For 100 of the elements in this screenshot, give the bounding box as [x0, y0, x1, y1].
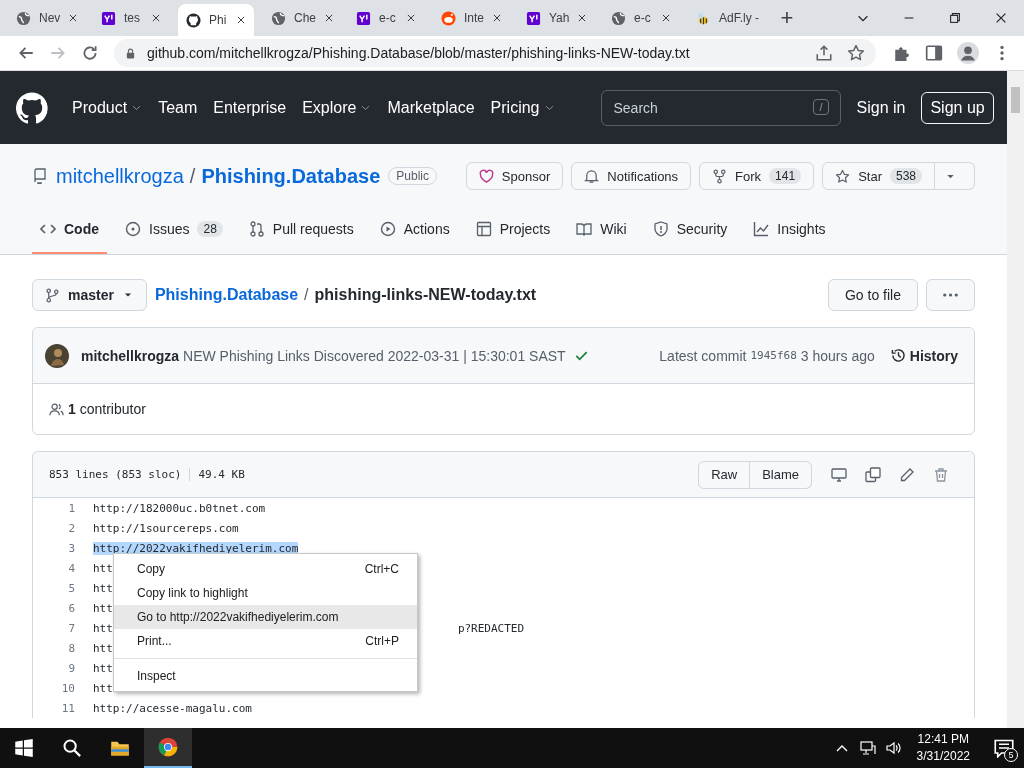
count-badge: 538 — [889, 168, 922, 184]
line-number: 8 — [67, 641, 76, 655]
restore-icon[interactable] — [948, 11, 962, 25]
code-line: http://182000uc.b0tnet.com — [93, 501, 266, 515]
desktop-icon[interactable] — [831, 466, 847, 483]
browser-tab[interactable]: Inte — [433, 4, 509, 32]
sponsor-button[interactable]: Sponsor — [465, 162, 564, 190]
author-link[interactable]: mitchellkrogza — [81, 347, 180, 364]
contributors-link[interactable]: 1 contributor — [68, 401, 146, 417]
menu-item[interactable]: Go to http://2022vakifhediyelerim.com — [114, 605, 417, 629]
file-size: 49.4 KB — [197, 468, 245, 481]
clock-date[interactable]: 3/31/2022 — [916, 748, 970, 765]
shortcut-text: Ctrl+P — [365, 634, 399, 648]
close-icon[interactable] — [406, 13, 416, 23]
avatar-icon[interactable] — [45, 343, 69, 368]
close-icon[interactable] — [577, 13, 588, 23]
commit-sha-link[interactable]: 1945f68 — [750, 349, 797, 362]
octocat-logo-icon[interactable] — [16, 91, 48, 124]
fork-button[interactable]: Fork 141 — [699, 162, 815, 190]
edit-icon[interactable] — [899, 466, 915, 483]
repo-tab[interactable]: Security — [644, 206, 736, 254]
network-icon[interactable] — [859, 740, 876, 756]
tab-title: Phi — [209, 13, 228, 27]
delete-icon[interactable] — [933, 466, 949, 483]
reload-icon[interactable] — [81, 44, 99, 62]
nav-link[interactable]: Marketplace — [387, 98, 475, 117]
browser-tab[interactable]: Yah — [518, 4, 594, 32]
nav-link[interactable]: Team — [158, 98, 198, 117]
avatar-icon[interactable] — [957, 42, 979, 64]
repo-tab[interactable]: Pull requests — [240, 206, 362, 254]
bookmark-star-icon[interactable] — [847, 44, 865, 62]
file-action-button[interactable]: Blame — [750, 460, 812, 489]
address-bar[interactable]: github.com/mitchellkrogza/Phishing.Database/blob/master/phishing-links-NEW-today.txt — [114, 39, 876, 67]
repo-tab[interactable]: Issues 28 — [117, 206, 231, 254]
y-logo-icon — [356, 10, 371, 26]
globe-icon — [16, 10, 31, 26]
windows-logo-icon — [14, 738, 34, 758]
repo-name-link[interactable]: Phishing.Database — [201, 164, 381, 188]
line-number: 2 — [67, 521, 76, 535]
nav-link[interactable]: Enterprise — [213, 98, 287, 117]
copy-icon[interactable] — [865, 466, 881, 483]
side-panel-icon[interactable] — [925, 44, 943, 62]
extensions-icon[interactable] — [893, 44, 911, 62]
notification-count: 5 — [1004, 748, 1018, 762]
code-line: htt — [93, 661, 113, 675]
branch-icon — [45, 287, 60, 303]
scrollbar[interactable] — [1007, 71, 1024, 728]
commit-message[interactable]: NEW Phishing Links Discovered 2022-03-31 | 15:30:01 SAST — [183, 347, 566, 364]
code-line: p?REDACTED — [457, 621, 525, 635]
close-icon[interactable] — [994, 11, 1008, 25]
repo-tab[interactable]: Code — [32, 206, 107, 254]
branch-button[interactable]: master — [32, 279, 147, 311]
menu-item[interactable]: Copy link to highlight — [114, 581, 417, 605]
close-icon[interactable] — [236, 15, 246, 25]
new-tab-button[interactable]: + — [773, 5, 801, 31]
browser-tab[interactable]: e-c — [348, 4, 424, 32]
menu-item[interactable]: Print... Ctrl+P — [114, 629, 417, 653]
file-action-button[interactable]: Raw — [698, 460, 751, 489]
line-number: 7 — [67, 621, 76, 635]
sign-in-link[interactable]: Sign in — [856, 98, 906, 117]
close-icon[interactable] — [661, 13, 671, 23]
line-number: 3 — [67, 541, 76, 555]
count-badge: 141 — [769, 168, 802, 184]
browser-tab[interactable]: Nev — [8, 4, 84, 32]
menu-item[interactable]: Copy Ctrl+C — [114, 557, 417, 581]
repo-tab[interactable]: Actions — [371, 206, 458, 254]
browser-tab[interactable]: e-c — [603, 4, 679, 32]
star-button[interactable]: Star 538 — [822, 162, 935, 190]
breadcrumb-link[interactable]: Phishing.Database — [154, 286, 299, 304]
browser-tab[interactable]: Che — [263, 4, 339, 32]
menu-item[interactable]: Inspect — [114, 664, 417, 688]
line-count: 853 lines (853 sloc) — [49, 468, 191, 481]
clock-time[interactable]: 12:41 PM — [917, 731, 969, 748]
speaker-icon[interactable] — [885, 740, 902, 756]
y-logo-icon — [526, 10, 541, 26]
repo-tab[interactable]: Projects — [467, 206, 559, 254]
repo-icon — [32, 168, 48, 184]
line-number: 6 — [67, 601, 76, 615]
action-center-button[interactable]: 5 — [984, 728, 1024, 768]
repo-tab[interactable]: Insights — [745, 206, 834, 254]
close-icon[interactable] — [492, 13, 502, 23]
repo-tab[interactable]: Wiki — [568, 206, 635, 254]
go-to-file-button[interactable]: Go to file — [827, 279, 918, 311]
sign-up-button[interactable]: Sign up — [921, 91, 994, 124]
browser-tab[interactable]: tes — [93, 4, 169, 32]
bell-button[interactable]: Notifications — [571, 162, 692, 190]
owner-link[interactable]: mitchellkrogza — [56, 164, 184, 188]
browser-taskbar-button[interactable] — [144, 728, 192, 768]
close-icon[interactable] — [324, 13, 334, 23]
share-icon[interactable] — [815, 44, 833, 62]
nav-link[interactable]: Product — [72, 98, 143, 117]
browser-tab[interactable]: Phi — [178, 4, 254, 36]
url-text: github.com/mitchellkrogza/Phishing.Database/blob/master/phishing-links-NEW-today.txt — [147, 45, 690, 61]
browser-tab[interactable]: AdF.ly - — [688, 4, 764, 32]
close-icon[interactable] — [68, 13, 79, 23]
nav-link[interactable]: Pricing — [490, 98, 555, 117]
history-link[interactable]: History — [890, 347, 958, 364]
nav-link[interactable]: Explore — [302, 98, 372, 117]
line-number: 10 — [60, 681, 76, 695]
close-icon[interactable] — [151, 13, 161, 23]
